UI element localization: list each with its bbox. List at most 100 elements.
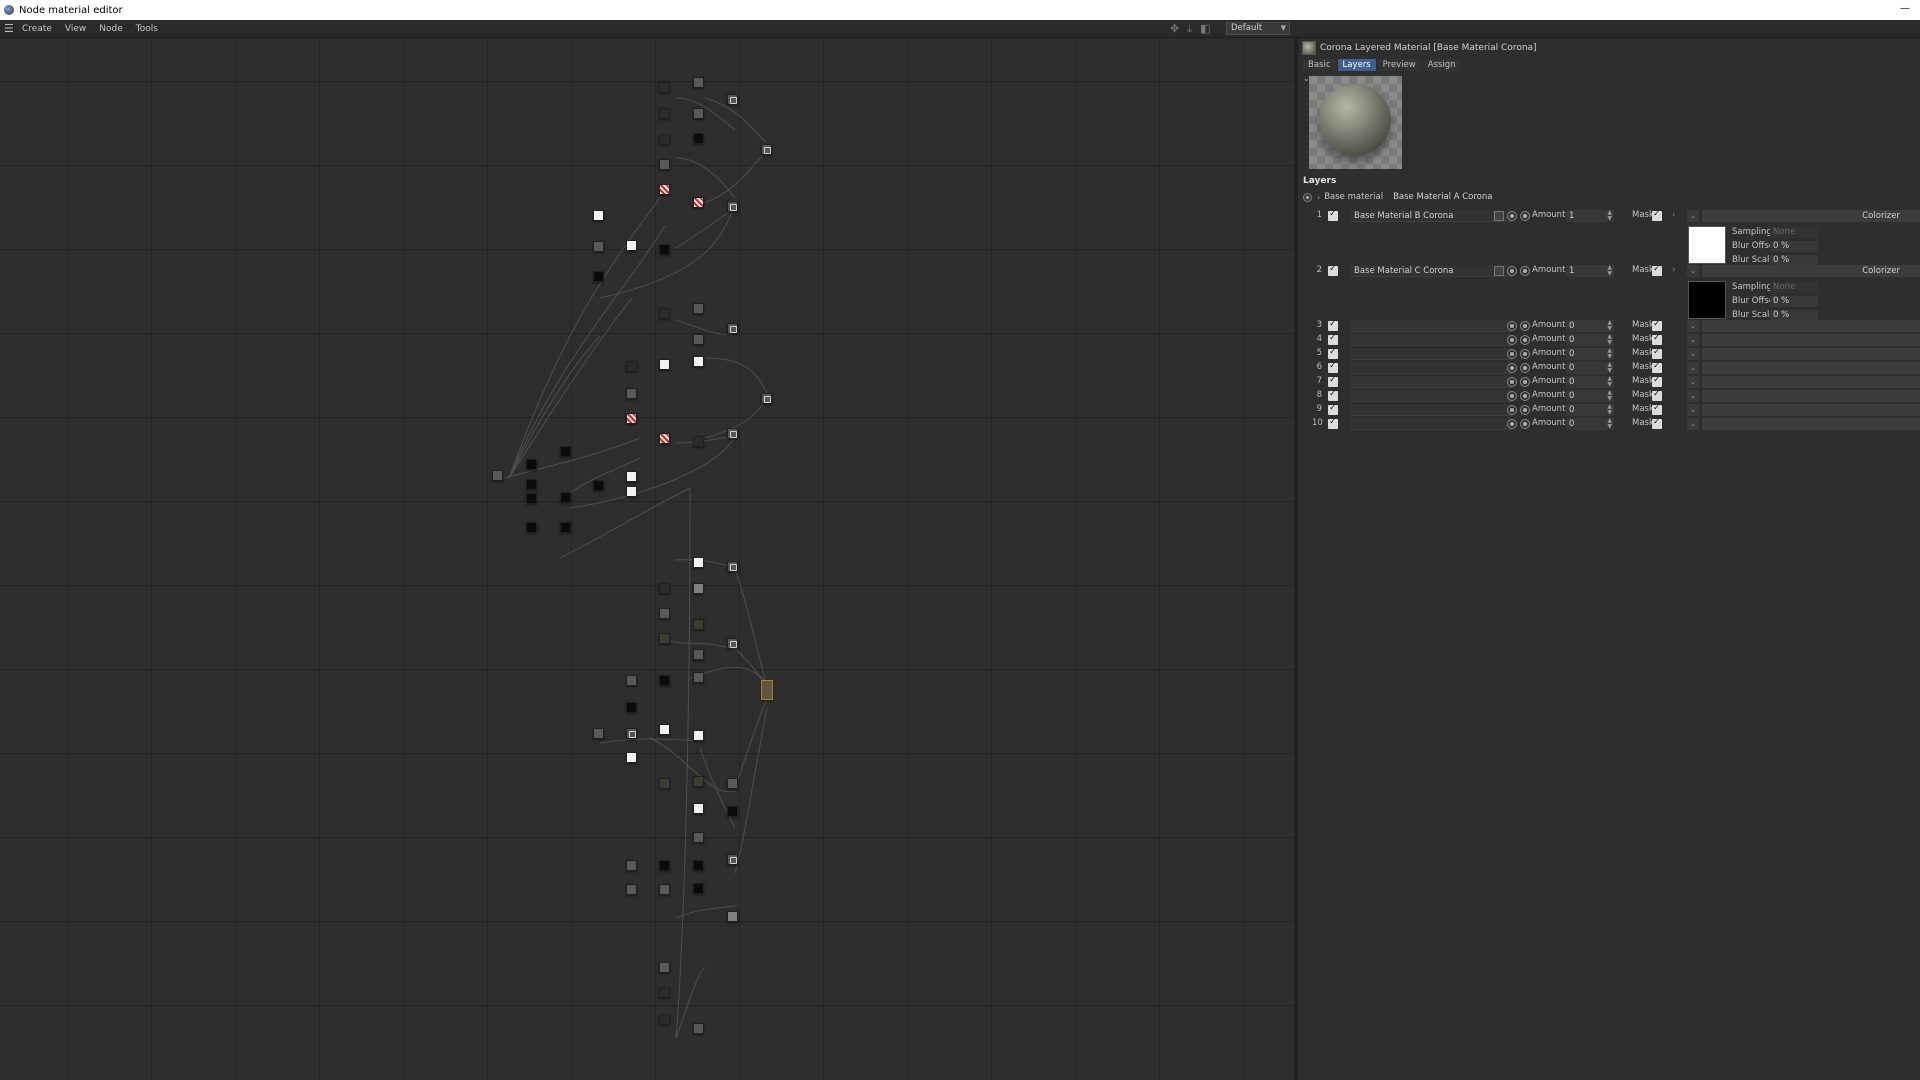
- mask-checkbox[interactable]: [1652, 319, 1662, 331]
- graph-node[interactable]: [659, 159, 670, 170]
- graph-node[interactable]: [593, 728, 604, 739]
- graph-node[interactable]: [659, 583, 670, 594]
- graph-node[interactable]: [693, 1023, 704, 1034]
- graph-node[interactable]: [693, 776, 704, 787]
- animate-icon[interactable]: [1520, 266, 1530, 276]
- animate-icon[interactable]: [1520, 321, 1530, 331]
- graph-node[interactable]: [693, 133, 704, 144]
- graph-node[interactable]: [693, 583, 704, 594]
- graph-node[interactable]: [659, 675, 670, 686]
- graph-node[interactable]: [659, 987, 670, 998]
- layer-enable-checkbox[interactable]: [1328, 347, 1338, 359]
- amount-field[interactable]: 0 ▲ ▼: [1566, 362, 1614, 374]
- graph-node[interactable]: [659, 82, 670, 93]
- layer-enable-checkbox[interactable]: [1328, 417, 1338, 429]
- graph-node[interactable]: [626, 702, 637, 713]
- node-graph-canvas[interactable]: [0, 38, 1294, 1080]
- material-link-icon[interactable]: [1494, 266, 1504, 276]
- graph-node[interactable]: [693, 730, 704, 741]
- layer-enable-checkbox[interactable]: [1328, 375, 1338, 387]
- graph-node[interactable]: [659, 633, 670, 644]
- spinner-icon[interactable]: ▲ ▼: [1607, 210, 1612, 222]
- blur-offset-field[interactable]: 0 %: [1770, 296, 1818, 307]
- menu-node[interactable]: Node: [99, 24, 123, 34]
- mask-checkbox[interactable]: [1652, 333, 1662, 345]
- graph-node[interactable]: [593, 210, 604, 221]
- move-icon[interactable]: ✥: [1170, 22, 1179, 36]
- material-link-icon[interactable]: [1494, 211, 1504, 221]
- chevron-down-icon[interactable]: ⌄: [1687, 362, 1699, 374]
- graph-node[interactable]: [727, 854, 738, 865]
- layout-dropdown[interactable]: Default ▼: [1226, 22, 1290, 35]
- layer-enable-checkbox[interactable]: [1328, 361, 1338, 373]
- layer-material-field[interactable]: [1350, 362, 1512, 374]
- graph-node[interactable]: [693, 803, 704, 814]
- graph-node[interactable]: [659, 359, 670, 370]
- graph-node[interactable]: [659, 608, 670, 619]
- pick-icon[interactable]: [1507, 391, 1517, 401]
- amount-field[interactable]: 0 ▲ ▼: [1566, 320, 1614, 332]
- layer-enable-checkbox[interactable]: [1328, 389, 1338, 401]
- panel-toggle-icon[interactable]: ◧: [1200, 22, 1210, 36]
- graph-node[interactable]: [727, 323, 738, 334]
- menu-tools[interactable]: Tools: [136, 24, 158, 34]
- amount-field[interactable]: 0 ▲ ▼: [1566, 376, 1614, 388]
- pick-icon[interactable]: [1507, 266, 1517, 276]
- minimize-icon[interactable]: —: [1900, 3, 1910, 14]
- graph-node[interactable]: [626, 471, 637, 482]
- chevron-down-icon[interactable]: ⌄: [1687, 390, 1699, 402]
- animate-icon[interactable]: [1520, 335, 1530, 345]
- graph-node[interactable]: [526, 459, 537, 470]
- graph-node[interactable]: [626, 675, 637, 686]
- layer-enable-checkbox[interactable]: [1328, 319, 1338, 331]
- mask-checkbox[interactable]: [1652, 417, 1662, 429]
- pick-icon[interactable]: [1507, 419, 1517, 429]
- graph-node[interactable]: [727, 201, 738, 212]
- graph-node[interactable]: [727, 561, 738, 572]
- animate-icon[interactable]: [1520, 363, 1530, 373]
- hamburger-menu-icon[interactable]: ☰: [4, 22, 16, 35]
- graph-node[interactable]: [526, 522, 537, 533]
- amount-field[interactable]: 1 ▲ ▼: [1566, 265, 1614, 277]
- mask-checkbox[interactable]: [1652, 403, 1662, 415]
- graph-node[interactable]: [659, 1014, 670, 1025]
- graph-node[interactable]: [693, 303, 704, 314]
- spinner-icon[interactable]: ▲ ▼: [1607, 362, 1612, 374]
- graph-node[interactable]: [626, 752, 637, 763]
- layer-material-field[interactable]: [1350, 376, 1512, 388]
- layer-enable-checkbox[interactable]: [1328, 333, 1338, 345]
- graph-node[interactable]: [659, 962, 670, 973]
- graph-node[interactable]: [727, 428, 738, 439]
- amount-field[interactable]: 0 ▲ ▼: [1566, 348, 1614, 360]
- layer-material-field[interactable]: [1350, 404, 1512, 416]
- animate-icon[interactable]: [1520, 349, 1530, 359]
- mask-checkbox[interactable]: [1652, 209, 1662, 221]
- graph-node[interactable]: [526, 493, 537, 504]
- layer-material-field[interactable]: [1350, 334, 1512, 346]
- graph-node[interactable]: [659, 860, 670, 871]
- tab-assign[interactable]: Assign: [1422, 59, 1461, 71]
- amount-field[interactable]: 1 ▲ ▼: [1566, 210, 1614, 222]
- graph-node[interactable]: [761, 144, 772, 155]
- mask-checkbox[interactable]: [1652, 264, 1662, 276]
- graph-node[interactable]: [693, 649, 704, 660]
- pick-icon[interactable]: [1507, 321, 1517, 331]
- graph-node[interactable]: [560, 492, 571, 503]
- graph-node[interactable]: [659, 108, 670, 119]
- download-icon[interactable]: ⤓: [1187, 22, 1192, 36]
- chevron-down-icon[interactable]: ⌄: [1687, 265, 1699, 277]
- layer-mask-bar[interactable]: [1702, 320, 1920, 332]
- graph-node[interactable]: [659, 724, 670, 735]
- layer-material-field[interactable]: [1350, 320, 1512, 332]
- graph-node[interactable]: [727, 806, 738, 817]
- graph-node[interactable]: [693, 832, 704, 843]
- spinner-icon[interactable]: ▲ ▼: [1607, 418, 1612, 430]
- blur-offset-field[interactable]: 0 %: [1770, 241, 1818, 252]
- graph-node[interactable]: [560, 446, 571, 457]
- graph-node[interactable]: [659, 778, 670, 789]
- graph-node[interactable]: [626, 388, 637, 399]
- graph-node[interactable]: [626, 884, 637, 895]
- animate-icon[interactable]: [1520, 405, 1530, 415]
- graph-node[interactable]: [693, 883, 704, 894]
- chevron-down-icon[interactable]: ⌄: [1687, 210, 1699, 222]
